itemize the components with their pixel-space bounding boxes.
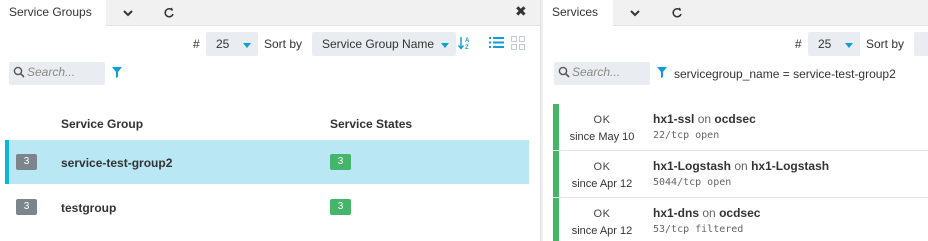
column-header-service-states[interactable]: Service States — [330, 117, 412, 131]
search-icon — [13, 66, 25, 81]
limit-value: 25 — [818, 37, 832, 51]
active-filter-text[interactable]: servicegroup_name = service-test-group2 — [674, 67, 896, 81]
grid-view-icon[interactable] — [511, 36, 525, 53]
service-title[interactable]: hx1-ssl on ocdsec — [653, 112, 756, 126]
state-label: OK — [593, 114, 611, 126]
search-box[interactable] — [9, 62, 105, 85]
sort-label: Sort by — [264, 37, 303, 51]
service-name[interactable]: hx1-ssl — [653, 112, 694, 126]
ok-state-bar — [553, 198, 559, 241]
limit-select[interactable]: 25 — [808, 32, 860, 56]
svg-text:A: A — [465, 38, 470, 44]
on-text: on — [702, 206, 716, 220]
service-name[interactable]: hx1-Logstash — [653, 159, 731, 173]
sort-select[interactable] — [914, 32, 928, 56]
tab-label: Services — [552, 5, 599, 19]
ok-state-badge[interactable]: 3 — [330, 154, 351, 170]
column-header-service-group[interactable]: Service Group — [61, 117, 143, 131]
limit-prefix: # — [193, 37, 200, 51]
tab-service-groups[interactable]: Service Groups — [0, 0, 106, 26]
limit-value: 25 — [216, 37, 230, 51]
plugin-output: 5044/tcp open — [653, 177, 732, 188]
list-item[interactable]: OK since Apr 12 hx1-Logstash on hx1-Logs… — [553, 151, 928, 197]
host-name[interactable]: hx1-Logstash — [751, 159, 829, 173]
close-icon[interactable]: ✖ — [515, 3, 527, 20]
list-view-icon[interactable] — [489, 36, 504, 52]
service-count-badge: 3 — [16, 199, 37, 215]
ok-state-badge[interactable]: 3 — [330, 199, 351, 215]
caret-down-icon — [845, 43, 853, 48]
refresh-icon[interactable] — [152, 0, 186, 26]
chevron-down-icon[interactable] — [111, 0, 145, 26]
filter-icon[interactable] — [657, 67, 667, 81]
sort-label: Sort by — [866, 37, 905, 51]
search-input[interactable] — [27, 65, 97, 79]
service-groups-panel: Service Groups ✖ # 25 Sort by Service Gr… — [0, 0, 540, 241]
caret-down-icon — [243, 43, 251, 48]
tab-bar: Services — [543, 0, 928, 26]
list-item[interactable]: OK since May 10 hx1-ssl on ocdsec 22/tcp… — [553, 104, 928, 150]
state-since: since Apr 12 — [571, 225, 633, 237]
icingaweb-split-view: Service Groups ✖ # 25 Sort by Service Gr… — [0, 0, 928, 241]
services-panel: Services # 25 Sort by servicegroup_name … — [543, 0, 928, 241]
service-name[interactable]: hx1-dns — [653, 206, 699, 220]
limit-select[interactable]: 25 — [206, 32, 258, 56]
limit-prefix: # — [795, 37, 802, 51]
search-icon — [558, 66, 570, 81]
chevron-down-icon[interactable] — [618, 0, 652, 26]
tab-label: Service Groups — [9, 5, 92, 19]
on-text: on — [697, 112, 712, 126]
host-name[interactable]: ocdsec — [719, 206, 760, 220]
service-title[interactable]: hx1-Logstash on hx1-Logstash — [653, 159, 829, 173]
ok-state-bar — [553, 151, 559, 197]
sort-select[interactable]: Service Group Name — [312, 32, 456, 56]
state-since: since Apr 12 — [571, 178, 633, 190]
table-row[interactable]: 3 testgroup 3 — [5, 185, 529, 229]
service-count-badge: 3 — [16, 154, 37, 170]
sort-value: Service Group Name — [322, 37, 435, 51]
table-row[interactable]: 3 service-test-group2 3 — [5, 140, 529, 184]
svg-text:Z: Z — [465, 45, 469, 51]
host-name[interactable]: ocdsec — [714, 112, 755, 126]
plugin-output: 53/tcp filtered — [653, 224, 744, 235]
state-label: OK — [593, 208, 611, 220]
filter-icon[interactable] — [112, 67, 122, 81]
service-group-name[interactable]: testgroup — [61, 201, 116, 215]
caret-down-icon — [441, 43, 449, 48]
ok-state-bar — [553, 104, 559, 150]
on-text: on — [734, 159, 748, 173]
service-title[interactable]: hx1-dns on ocdsec — [653, 206, 760, 220]
sort-direction-icon[interactable]: A Z — [457, 35, 472, 54]
tab-bar: Service Groups ✖ — [0, 0, 540, 26]
service-group-name[interactable]: service-test-group2 — [61, 156, 172, 170]
search-box[interactable] — [554, 62, 650, 85]
search-input[interactable] — [572, 65, 642, 79]
state-label: OK — [593, 161, 611, 173]
state-since: since May 10 — [569, 131, 635, 143]
plugin-output: 22/tcp open — [653, 130, 720, 141]
list-item[interactable]: OK since Apr 12 hx1-dns on ocdsec 53/tcp… — [553, 198, 928, 241]
refresh-icon[interactable] — [660, 0, 694, 26]
tab-services[interactable]: Services — [543, 0, 613, 26]
